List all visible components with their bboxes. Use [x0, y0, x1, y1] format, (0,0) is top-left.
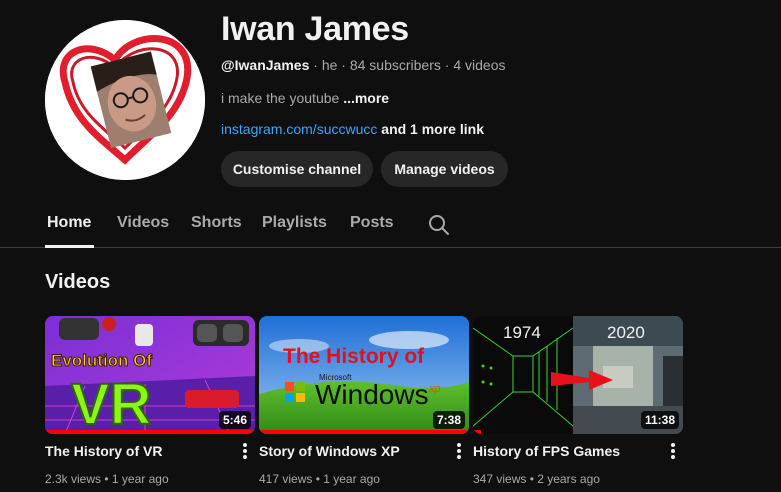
more-options-icon[interactable]	[669, 442, 677, 462]
video-meta: 417 views • 1 year ago	[259, 472, 380, 486]
view-count: 2.3k views	[45, 472, 102, 486]
channel-avatar[interactable]	[45, 20, 205, 180]
channel-handle: @IwanJames	[221, 57, 310, 73]
subscriber-count: 84 subscribers	[349, 57, 441, 73]
channel-tabs: Home Videos Shorts Playlists Posts	[0, 201, 781, 248]
active-tab-indicator	[45, 245, 94, 248]
view-count: 417 views	[259, 472, 313, 486]
channel-meta: @IwanJames · he · 84 subscribers · 4 vid…	[221, 57, 506, 73]
video-meta: 347 views • 2 years ago	[473, 472, 600, 486]
upload-age: 2 years ago	[537, 472, 600, 486]
section-title: Videos	[45, 271, 111, 293]
video-meta: 2.3k views • 1 year ago	[45, 472, 169, 486]
thumb-text-2020: 2020	[607, 323, 645, 342]
manage-videos-button[interactable]: Manage videos	[381, 151, 508, 187]
thumb-text-xp: xp	[428, 383, 441, 395]
thumb-text-history-of: The History of	[283, 345, 425, 368]
upload-age: 1 year ago	[323, 472, 380, 486]
customise-channel-button[interactable]: Customise channel	[221, 151, 373, 187]
video-title[interactable]: The History of VR	[45, 443, 162, 459]
video-thumbnail[interactable]: 1974 2020 11:38	[473, 316, 683, 434]
tab-playlists[interactable]: Playlists	[262, 214, 327, 232]
thumb-text-evolution: Evolution Of	[51, 351, 152, 370]
meta-separator: ·	[440, 57, 454, 73]
view-count: 347 views	[473, 472, 527, 486]
channel-links: instagram.com/succwucc and 1 more link	[221, 121, 484, 137]
thumb-text-windows: Windows	[315, 379, 429, 410]
tab-posts[interactable]: Posts	[350, 214, 394, 232]
search-icon[interactable]	[427, 213, 451, 237]
channel-pronoun: · he ·	[309, 57, 350, 73]
more-options-icon[interactable]	[241, 442, 249, 462]
avatar-image	[45, 20, 205, 180]
video-duration: 5:46	[218, 411, 251, 429]
video-duration: 11:38	[640, 411, 679, 429]
video-title[interactable]: Story of Windows XP	[259, 443, 400, 459]
upload-age: 1 year ago	[111, 472, 169, 486]
video-card[interactable]: 1974 2020 11:38 History of FPS Games 347…	[473, 316, 683, 486]
description-text: i make the youtube	[221, 90, 344, 106]
more-link[interactable]: ...more	[343, 90, 389, 106]
meta-dot: •	[312, 472, 324, 486]
channel-name: Iwan James	[221, 10, 409, 48]
video-card[interactable]: The History of Microsoft Windows xp 7:38…	[259, 316, 469, 486]
tab-shorts[interactable]: Shorts	[191, 214, 242, 232]
meta-dot: •	[101, 472, 112, 486]
video-thumbnail[interactable]: The History of Microsoft Windows xp 7:38	[259, 316, 469, 434]
video-card[interactable]: Evolution Of VR 5:46 The History of VR 2…	[45, 316, 255, 486]
video-thumbnail[interactable]: Evolution Of VR 5:46	[45, 316, 255, 434]
video-title[interactable]: History of FPS Games	[473, 443, 620, 459]
channel-description[interactable]: i make the youtube ...more	[221, 90, 389, 106]
tab-home[interactable]: Home	[47, 214, 91, 232]
thumb-text-vr: VR	[71, 372, 152, 434]
watch-progress-bar	[45, 430, 255, 434]
meta-dot: •	[526, 472, 538, 486]
watch-progress-bar	[259, 430, 469, 434]
video-count: 4 videos	[453, 57, 506, 73]
more-options-icon[interactable]	[455, 442, 463, 462]
watch-progress-bar	[473, 430, 482, 434]
tab-videos[interactable]: Videos	[117, 214, 169, 232]
video-duration: 7:38	[432, 411, 465, 429]
instagram-link[interactable]: instagram.com/succwucc	[221, 121, 377, 137]
more-links-button[interactable]: and 1 more link	[377, 121, 484, 137]
thumb-text-1974: 1974	[503, 323, 541, 342]
